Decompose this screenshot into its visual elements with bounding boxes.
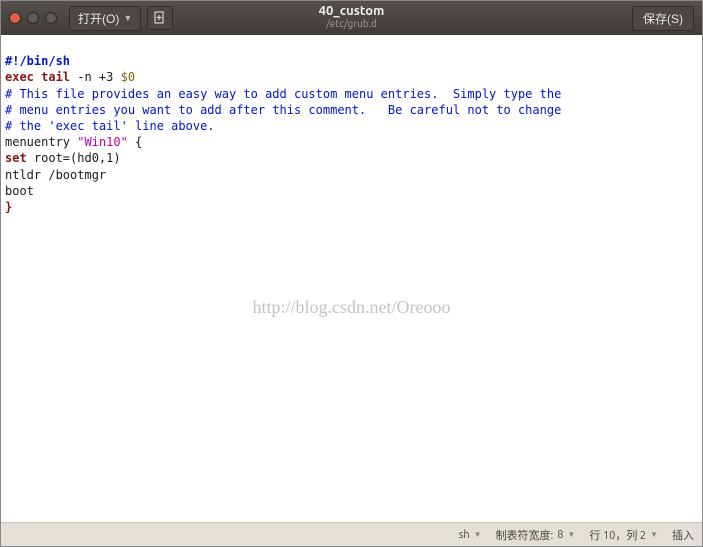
chevron-down-icon: ▼ xyxy=(568,530,576,539)
open-button-label: 打开(O) xyxy=(78,10,119,27)
code-line: boot xyxy=(5,184,34,198)
code-line: # menu entries you want to add after thi… xyxy=(5,103,561,117)
open-button[interactable]: 打开(O) ▼ xyxy=(69,6,141,31)
tab-width-label: 制表符宽度: xyxy=(496,527,554,543)
insert-mode[interactable]: 插入 xyxy=(672,527,694,543)
minimize-window-button[interactable] xyxy=(27,12,39,24)
new-tab-button[interactable] xyxy=(147,6,173,30)
code-token: set xyxy=(5,151,27,165)
code-line: #!/bin/sh xyxy=(5,54,70,68)
insert-mode-label: 插入 xyxy=(672,527,694,543)
code-token: root=(hd0,1) xyxy=(27,151,121,165)
code-token: -n +3 xyxy=(70,70,121,84)
tab-width-selector[interactable]: 制表符宽度: 8 ▼ xyxy=(496,527,576,543)
status-bar: sh ▼ 制表符宽度: 8 ▼ 行 10，列 2 ▼ 插入 xyxy=(1,522,702,546)
chevron-down-icon: ▼ xyxy=(474,530,482,539)
code-line: # the 'exec tail' line above. xyxy=(5,119,215,133)
language-selector[interactable]: sh ▼ xyxy=(459,529,482,541)
code-token: "Win10" xyxy=(77,135,128,149)
text-editor[interactable]: #!/bin/sh exec tail -n +3 $0 # This file… xyxy=(1,35,702,522)
window-titlebar: 打开(O) ▼ 40_custom /etc/grub.d 保存(S) xyxy=(1,1,702,35)
maximize-window-button[interactable] xyxy=(45,12,57,24)
save-button-label: 保存(S) xyxy=(643,12,683,26)
code-line: ntldr /bootmgr xyxy=(5,168,106,182)
code-line: # This file provides an easy way to add … xyxy=(5,87,561,101)
code-token: menuentry xyxy=(5,135,77,149)
code-token: { xyxy=(128,135,142,149)
language-label: sh xyxy=(459,529,470,541)
code-token: $0 xyxy=(121,70,135,84)
new-document-icon xyxy=(153,11,167,25)
close-window-button[interactable] xyxy=(9,12,21,24)
cursor-position[interactable]: 行 10，列 2 ▼ xyxy=(589,527,658,543)
tab-width-value: 8 xyxy=(557,529,563,541)
cursor-position-label: 行 10，列 2 xyxy=(589,527,646,543)
window-controls xyxy=(9,12,57,24)
code-line: } xyxy=(5,200,12,214)
chevron-down-icon: ▼ xyxy=(650,530,658,539)
save-button[interactable]: 保存(S) xyxy=(632,6,694,31)
code-token: exec tail xyxy=(5,70,70,84)
chevron-down-icon: ▼ xyxy=(123,13,132,23)
watermark-text: http://blog.csdn.net/Oreooo xyxy=(1,295,702,319)
